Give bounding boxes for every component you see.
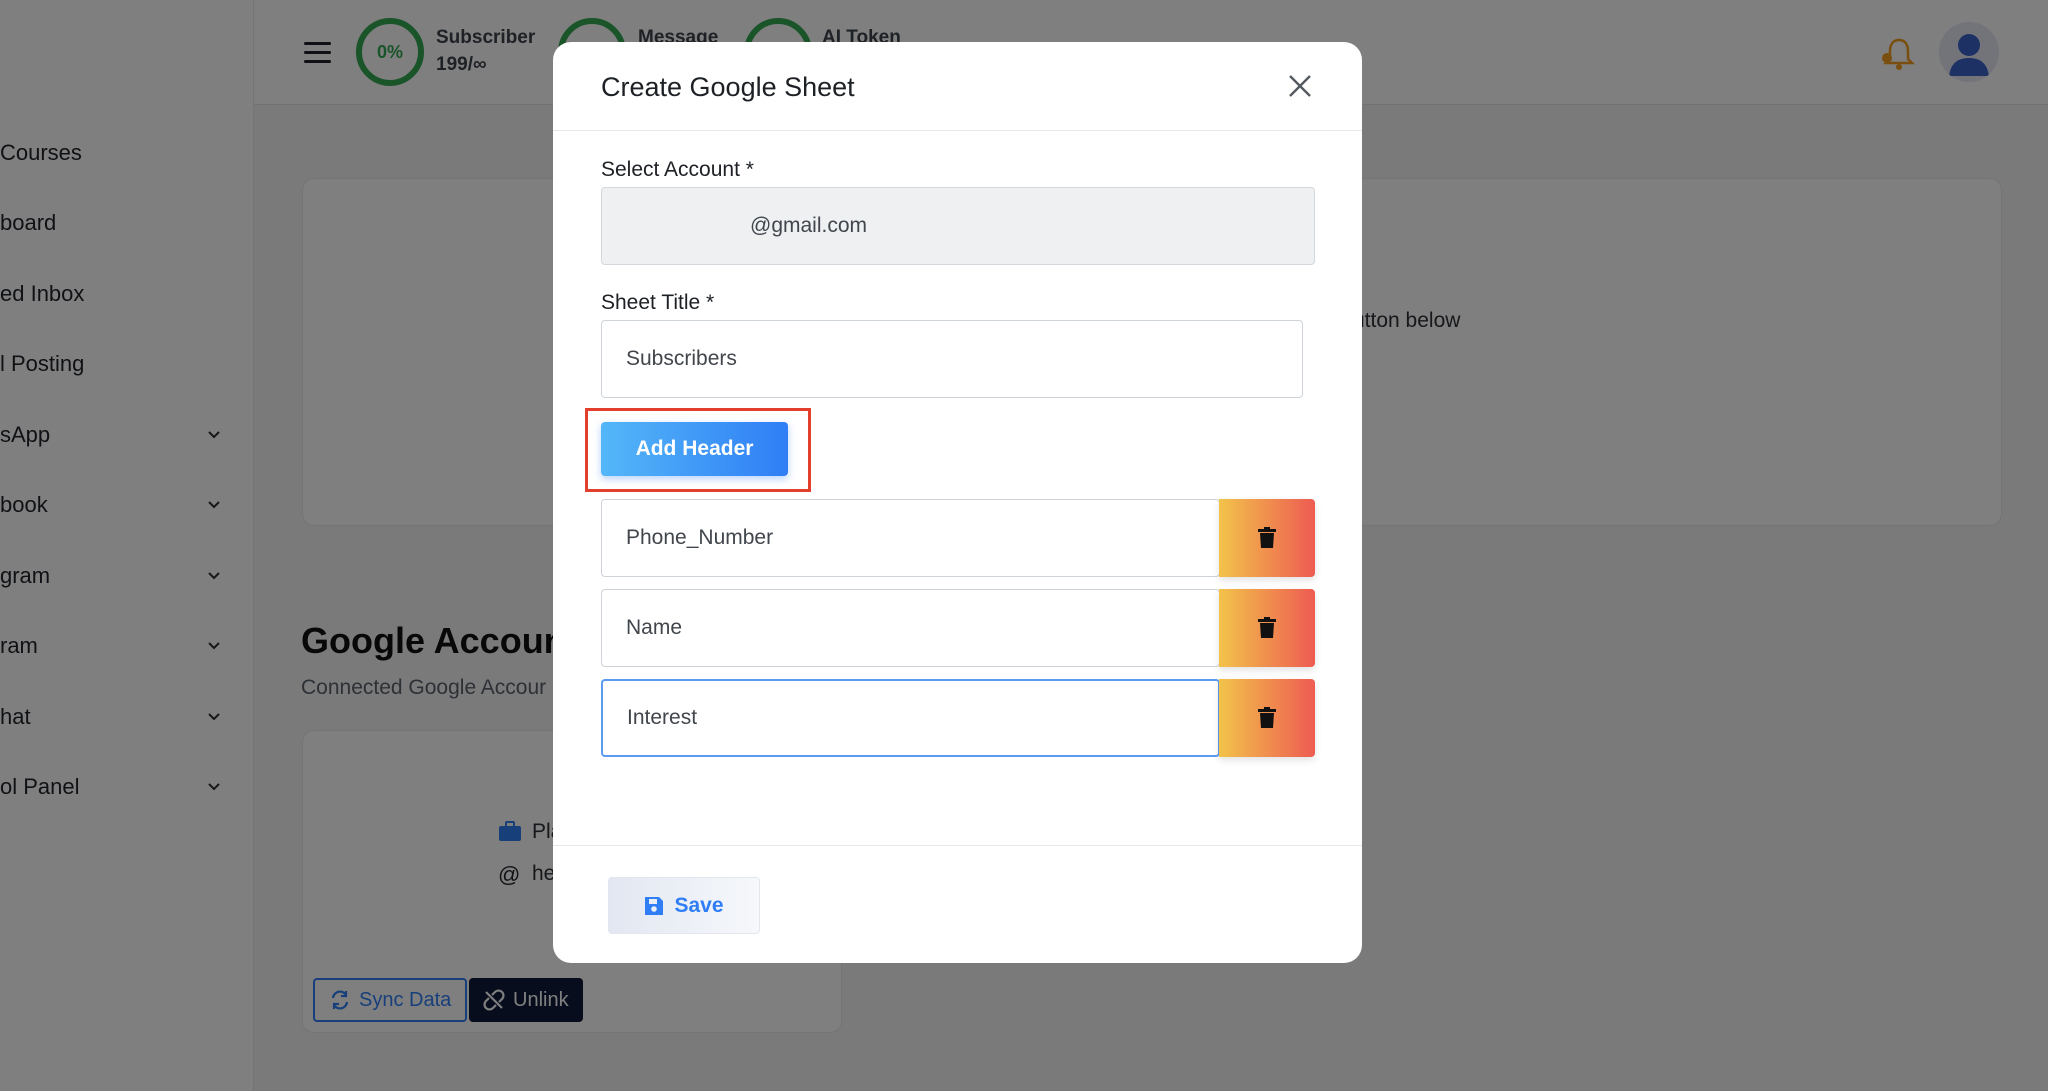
select-account-value: @gmail.com <box>750 214 868 237</box>
floppy-disk-icon <box>645 896 664 915</box>
close-icon[interactable] <box>1282 68 1318 104</box>
header-input-phone-number[interactable] <box>601 499 1220 577</box>
sheet-title-label: Sheet Title * <box>601 291 715 314</box>
create-google-sheet-modal: Create Google Sheet Select Account * @gm… <box>553 42 1362 963</box>
select-account-label: Select Account * <box>601 158 754 181</box>
select-account-dropdown[interactable]: @gmail.com <box>601 187 1315 265</box>
add-header-button[interactable]: Add Header <box>601 422 788 476</box>
modal-footer-divider <box>553 845 1362 846</box>
save-label: Save <box>674 893 724 917</box>
trash-icon <box>1258 617 1276 638</box>
delete-header-button[interactable] <box>1219 679 1315 757</box>
delete-header-button[interactable] <box>1219 499 1315 577</box>
trash-icon <box>1258 527 1276 548</box>
delete-header-button[interactable] <box>1219 589 1315 667</box>
trash-icon <box>1258 707 1276 728</box>
save-button[interactable]: Save <box>608 877 760 934</box>
sheet-title-input[interactable] <box>601 320 1303 398</box>
modal-header: Create Google Sheet <box>553 42 1362 131</box>
modal-title: Create Google Sheet <box>601 72 855 102</box>
header-input-name[interactable] <box>601 589 1220 667</box>
header-input-interest[interactable] <box>601 679 1220 757</box>
add-header-label: Add Header <box>635 437 754 460</box>
